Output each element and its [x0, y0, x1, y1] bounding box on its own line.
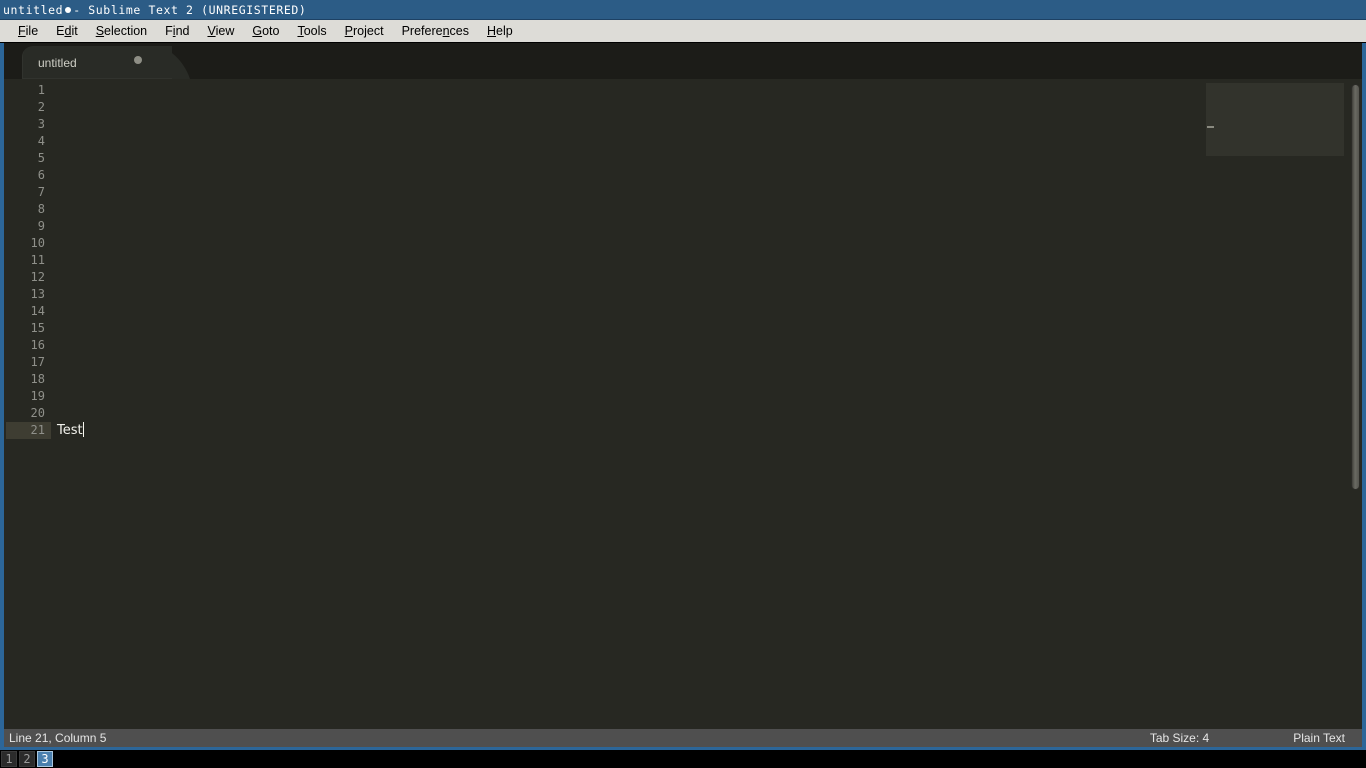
editor-line[interactable]: 3	[4, 116, 1362, 133]
line-number: 4	[37, 134, 45, 148]
line-number: 15	[30, 321, 45, 335]
line-number: 8	[37, 202, 45, 216]
menu-item-goto[interactable]: Goto	[243, 20, 288, 42]
tab-untitled[interactable]: untitled	[22, 46, 172, 79]
line-number: 10	[30, 236, 45, 250]
line-number: 21	[30, 423, 45, 437]
editor-line[interactable]: 10	[4, 235, 1362, 252]
workspace-pager: 1 2 3	[0, 750, 1366, 768]
sublime-text-window: untitled - Sublime Text 2 (UNREGISTERED) …	[0, 0, 1366, 768]
tab-label: untitled	[38, 55, 77, 70]
minimap-viewport[interactable]	[1206, 83, 1344, 156]
status-bar: Line 21, Column 5 Tab Size: 4 Plain Text	[4, 729, 1362, 747]
menu-bar: File Edit Selection Find View Goto Tools…	[0, 20, 1366, 43]
line-content: Test	[57, 422, 84, 439]
editor-line[interactable]: 2	[4, 99, 1362, 116]
text-caret	[82, 422, 84, 437]
menu-item-selection[interactable]: Selection	[87, 20, 156, 42]
editor-line[interactable]: 8	[4, 201, 1362, 218]
line-number: 5	[37, 151, 45, 165]
window-title: untitled - Sublime Text 2 (UNREGISTERED)	[0, 0, 306, 20]
line-number: 18	[30, 372, 45, 386]
vertical-scrollbar[interactable]	[1348, 79, 1362, 729]
title-bar: untitled - Sublime Text 2 (UNREGISTERED)	[0, 0, 1366, 20]
line-number: 7	[37, 185, 45, 199]
menu-item-tools[interactable]: Tools	[288, 20, 335, 42]
status-tab-size[interactable]: Tab Size: 4	[1150, 731, 1209, 745]
editor-line[interactable]: 5	[4, 150, 1362, 167]
window-title-filename: untitled	[3, 2, 64, 17]
menu-item-preferences[interactable]: Preferences	[393, 20, 478, 42]
line-number: 14	[30, 304, 45, 318]
menu-item-view[interactable]: View	[198, 20, 243, 42]
line-number: 11	[30, 253, 45, 267]
editor-line[interactable]: 18	[4, 371, 1362, 388]
editor-line[interactable]: 9	[4, 218, 1362, 235]
editor-line[interactable]: 7	[4, 184, 1362, 201]
window-title-app: - Sublime Text 2 (UNREGISTERED)	[73, 2, 307, 17]
editor-line[interactable]: 17	[4, 354, 1362, 371]
editor-line[interactable]: 13	[4, 286, 1362, 303]
tab-bar: untitled	[4, 43, 1362, 79]
editor-lines: 1 2 3 4 5 6 7 8 9 10 11 12 13 14 15 16 1…	[4, 82, 1362, 439]
editor-line[interactable]: 20	[4, 405, 1362, 422]
line-number: 16	[30, 338, 45, 352]
editor-line[interactable]: 6	[4, 167, 1362, 184]
workspace-button-2[interactable]: 2	[19, 751, 35, 767]
menu-item-file[interactable]: File	[9, 20, 47, 42]
line-number: 13	[30, 287, 45, 301]
editor-line[interactable]: 16	[4, 337, 1362, 354]
line-number: 2	[37, 100, 45, 114]
tab-dirty-dot-icon[interactable]	[134, 56, 142, 64]
editor-line[interactable]: 1	[4, 82, 1362, 99]
editor-line[interactable]: 14	[4, 303, 1362, 320]
editor-line[interactable]: 12	[4, 269, 1362, 286]
line-number: 12	[30, 270, 45, 284]
menu-item-project[interactable]: Project	[336, 20, 393, 42]
line-number: 19	[30, 389, 45, 403]
line-number: 3	[37, 117, 45, 131]
line-number: 17	[30, 355, 45, 369]
menu-item-help[interactable]: Help	[478, 20, 522, 42]
minimap-code-mark	[1207, 126, 1214, 128]
status-syntax-mode[interactable]: Plain Text	[1293, 731, 1345, 745]
line-number: 20	[30, 406, 45, 420]
workspace-button-1[interactable]: 1	[1, 751, 17, 767]
vertical-scrollbar-thumb[interactable]	[1351, 84, 1360, 490]
editor-area[interactable]: 1 2 3 4 5 6 7 8 9 10 11 12 13 14 15 16 1…	[4, 79, 1362, 729]
editor-line[interactable]: 19	[4, 388, 1362, 405]
status-cursor-position: Line 21, Column 5	[9, 731, 107, 745]
editor-line[interactable]: 11	[4, 252, 1362, 269]
workspace-button-3[interactable]: 3	[37, 751, 53, 767]
editor-line[interactable]: 15	[4, 320, 1362, 337]
line-content-text: Test	[57, 423, 83, 438]
status-bar-right-group: Tab Size: 4 Plain Text	[1150, 729, 1362, 747]
menu-item-find[interactable]: Find	[156, 20, 198, 42]
unsaved-indicator-icon	[65, 6, 72, 13]
menu-item-edit[interactable]: Edit	[47, 20, 87, 42]
minimap[interactable]	[1206, 79, 1348, 729]
editor-line-active[interactable]: 21 Test	[4, 422, 1362, 439]
line-number: 6	[37, 168, 45, 182]
line-number: 1	[37, 83, 45, 97]
line-number: 9	[37, 219, 45, 233]
editor-line[interactable]: 4	[4, 133, 1362, 150]
